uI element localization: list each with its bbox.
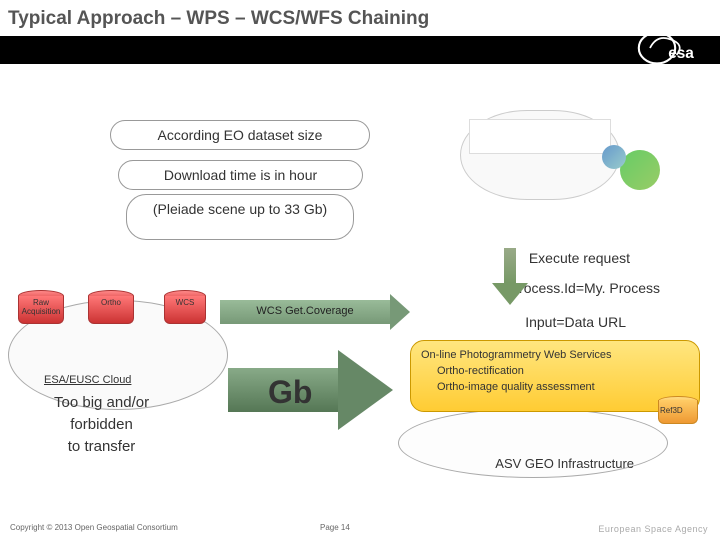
gb-arrow: Gb: [228, 350, 398, 430]
info-bubble-1: According EO dataset size: [110, 120, 370, 150]
process-label: Process.Id=My. Process: [510, 280, 660, 296]
esa-logo: esa: [636, 26, 706, 75]
slide-title: Typical Approach – WPS – WCS/WFS Chainin…: [8, 8, 429, 30]
arrow-down-icon: [490, 248, 530, 308]
header-bar: [0, 36, 720, 64]
esa-footer: European Space Agency: [598, 524, 708, 534]
service-line-2: Ortho-rectification: [421, 363, 689, 379]
info-bubble-3: (Pleiade scene up to 33 Gb): [126, 194, 354, 240]
asv-label: ASV GEO Infrastructure: [495, 456, 634, 471]
info-bubble-2: Download time is in hour: [118, 160, 363, 190]
page-number: Page 14: [320, 523, 350, 532]
cloud-label: ESA/EUSC Cloud: [44, 374, 131, 386]
copyright: Copyright © 2013 Open Geospatial Consort…: [10, 523, 178, 532]
db-raw-label: Raw Acquisition: [18, 298, 64, 316]
service-line-3: Ortho-image quality assessment: [421, 379, 689, 395]
services-box: On-line Photogrammetry Web Services Orth…: [410, 340, 700, 412]
db-wcs-label: WCS: [164, 298, 206, 307]
execute-label: Execute request: [529, 250, 630, 266]
db-wcs: WCS: [164, 290, 206, 328]
db-ortho-label: Ortho: [88, 298, 134, 307]
service-line-1: On-line Photogrammetry Web Services: [421, 347, 689, 363]
svg-text:esa: esa: [668, 45, 694, 62]
getcoverage-arrow: WCS Get.Coverage: [220, 300, 390, 324]
too-big-text: Too big and/or forbidden to transfer: [54, 392, 149, 458]
db-raw: Raw Acquisition: [18, 290, 64, 328]
input-label: Input=Data URL: [525, 314, 626, 330]
db-ref3d: Ref3D: [658, 396, 698, 428]
users-icon: [620, 150, 660, 190]
gb-text: Gb: [268, 374, 312, 411]
catalog-graphic: [460, 110, 620, 200]
db-ortho: Ortho: [88, 290, 134, 328]
db-ref3d-label: Ref3D: [660, 406, 683, 415]
